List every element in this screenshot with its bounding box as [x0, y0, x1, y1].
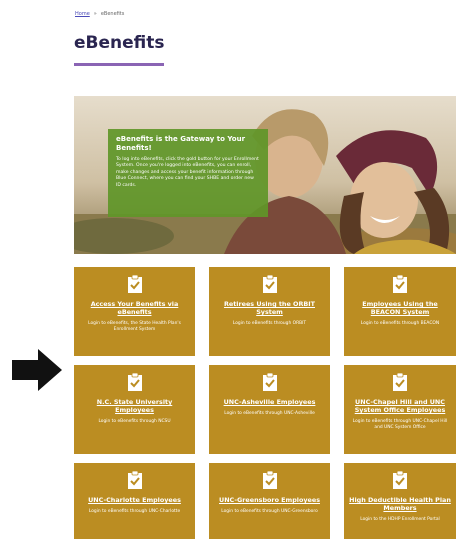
tile-retirees-orbit[interactable]: Retirees Using the ORBIT System Login to… — [209, 267, 330, 356]
tile-hdhp-members[interactable]: High Deductible Health Plan Members Logi… — [344, 463, 456, 539]
clipboard-check-icon — [262, 372, 277, 391]
tile-unc-chapel-hill[interactable]: UNC-Chapel Hill and UNC System Office Em… — [344, 365, 456, 454]
title-underline — [74, 63, 164, 66]
clipboard-check-icon — [393, 274, 407, 293]
clipboard-check-icon — [262, 470, 277, 489]
hero-text: To log into eBenefits, click the gold bu… — [116, 157, 259, 188]
clipboard-check-icon — [127, 470, 142, 489]
tile-title: UNC-Chapel Hill and UNC System Office Em… — [354, 398, 446, 414]
hero-banner: eBenefits is the Gateway to Your Benefit… — [74, 96, 456, 254]
arrow-right-icon — [12, 349, 62, 391]
tile-subtitle: Login to the HDHP Enrollment Portal — [360, 517, 440, 522]
tile-access-ebenefits[interactable]: Access Your Benefits via eBenefits Login… — [74, 267, 195, 356]
tile-subtitle: Login to eBenefits through UNC-Greensbor… — [221, 509, 318, 514]
tile-title: Access Your Benefits via eBenefits — [90, 300, 179, 316]
tile-ncsu[interactable]: N.C. State University Employees Login to… — [74, 365, 195, 454]
breadcrumb-current: eBenefits — [100, 11, 125, 17]
tile-subtitle: Login to eBenefits through UNC-Chapel Hi… — [352, 419, 448, 430]
tile-unc-greensboro[interactable]: UNC-Greensboro Employees Login to eBenef… — [209, 463, 330, 539]
tile-unc-asheville[interactable]: UNC-Asheville Employees Login to eBenefi… — [209, 365, 330, 454]
hero-callout: eBenefits is the Gateway to Your Benefit… — [108, 129, 268, 217]
page-title: eBenefits — [74, 33, 165, 53]
breadcrumb-separator: » — [93, 11, 97, 17]
clipboard-check-icon — [262, 274, 277, 293]
breadcrumb-home-link[interactable]: Home — [75, 11, 90, 17]
tile-subtitle: Login to eBenefits through BEACON — [360, 321, 440, 326]
tile-employees-beacon[interactable]: Employees Using the BEACON System Login … — [344, 267, 456, 356]
tile-title: UNC-Asheville Employees — [223, 398, 316, 406]
tile-subtitle: Login to eBenefits through UNC-Charlotte — [88, 509, 181, 514]
tile-subtitle: Login to eBenefits through ORBIT — [232, 321, 307, 326]
tile-subtitle: Login to eBenefits through NCSU — [98, 419, 171, 424]
tile-title: Employees Using the BEACON System — [362, 300, 438, 316]
clipboard-check-icon — [393, 470, 407, 489]
tile-title: N.C. State University Employees — [96, 398, 173, 414]
tile-title: UNC-Greensboro Employees — [219, 496, 320, 504]
hero-title: eBenefits is the Gateway to Your Benefit… — [116, 135, 246, 152]
breadcrumb: Home» eBenefits — [75, 11, 124, 17]
tile-subtitle: Login to eBenefits, the State Health Pla… — [88, 321, 181, 332]
tile-subtitle: Login to eBenefits through UNC-Asheville — [224, 411, 315, 416]
tile-unc-charlotte[interactable]: UNC-Charlotte Employees Login to eBenefi… — [74, 463, 195, 539]
tile-title: Retirees Using the ORBIT System — [223, 300, 315, 316]
clipboard-check-icon — [127, 274, 142, 293]
tile-title: High Deductible Health Plan Members — [349, 496, 451, 512]
clipboard-check-icon — [393, 372, 407, 391]
tile-title: UNC-Charlotte Employees — [88, 496, 181, 504]
clipboard-check-icon — [127, 372, 142, 391]
